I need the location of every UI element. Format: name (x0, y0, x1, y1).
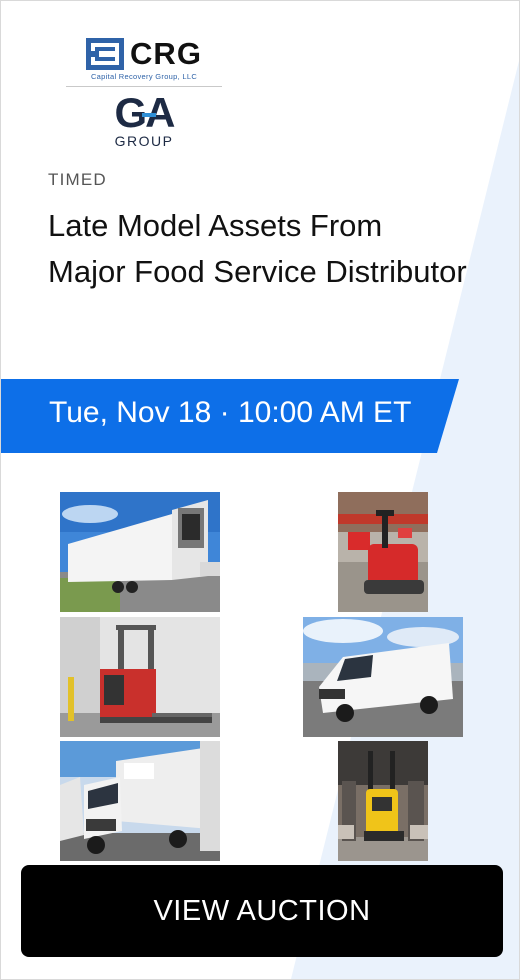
auction-date: Tue, Nov 18 · 10:00 AM ET (49, 396, 412, 429)
refrigerated-trailer-photo[interactable] (60, 492, 220, 612)
cargo-van-photo[interactable] (303, 617, 463, 737)
crg-tagline: Capital Recovery Group, LLC (90, 72, 198, 81)
order-picker-photo[interactable] (338, 741, 428, 861)
crg-logo: CRG (66, 36, 222, 71)
ga-group-text: GROUP (114, 133, 174, 149)
ga-mark-icon: GA (115, 93, 177, 133)
logo-divider (66, 86, 222, 87)
crg-icon (86, 38, 125, 70)
crg-wordmark: CRG (130, 36, 202, 71)
auction-card: CRG Capital Recovery Group, LLC GA GROUP… (0, 0, 520, 980)
reach-forklift-photo[interactable] (60, 617, 220, 737)
box-truck-photo[interactable] (60, 741, 220, 861)
view-auction-button[interactable]: VIEW AUCTION (21, 865, 503, 957)
ga-group-logo: GA GROUP (66, 93, 222, 149)
auction-type: TIMED (48, 170, 107, 189)
pallet-jack-photo[interactable] (338, 492, 428, 612)
auctioneer-logos: CRG Capital Recovery Group, LLC GA GROUP (66, 36, 222, 149)
auction-title[interactable]: Late Model Assets From Major Food Servic… (48, 203, 468, 295)
